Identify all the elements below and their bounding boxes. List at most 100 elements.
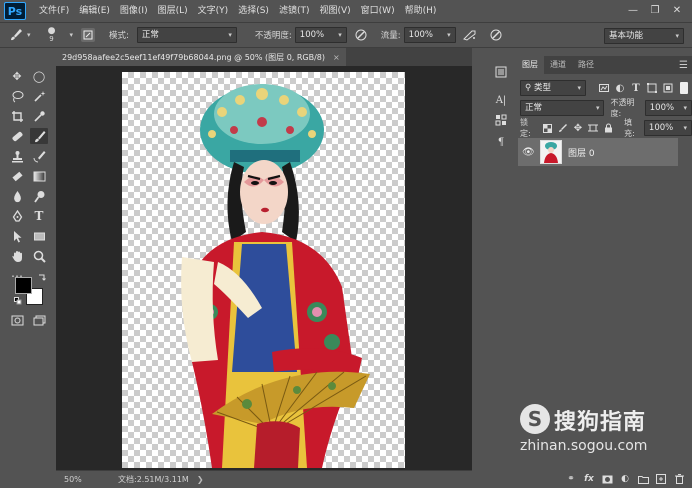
tab-close-icon[interactable]: × <box>333 53 340 62</box>
tab-paths[interactable]: 路径 <box>572 56 600 74</box>
character-panel-icon[interactable]: A| <box>492 92 510 108</box>
workspace-select[interactable]: 基本功能 ▾ <box>604 28 684 44</box>
chevron-down-icon[interactable]: ▾ <box>27 31 31 39</box>
flow-value: 100% <box>408 30 433 40</box>
clone-stamp-tool-icon[interactable] <box>8 148 26 164</box>
menu-bar: Ps 文件(F) 编辑(E) 图像(I) 图层(L) 文字(Y) 选择(S) 滤… <box>0 0 692 22</box>
ellipse-marquee-tool-icon[interactable]: ◯ <box>30 68 48 84</box>
properties-panel-icon[interactable] <box>492 112 510 128</box>
layer-filter-select[interactable]: ⚲ 类型 ▾ <box>520 80 586 96</box>
paragraph-panel-icon[interactable]: ¶ <box>492 134 510 150</box>
crop-tool-icon[interactable] <box>8 108 26 124</box>
dodge-tool-icon[interactable] <box>30 188 48 204</box>
gradient-tool-icon[interactable] <box>30 168 48 184</box>
brush-tool-preset-icon[interactable] <box>8 27 24 43</box>
move-tool-icon[interactable]: ✥ <box>8 68 26 84</box>
lock-all-icon[interactable] <box>601 120 616 136</box>
layer-opacity-input[interactable]: 100% ▾ <box>644 100 692 116</box>
menu-view[interactable]: 视图(V) <box>314 0 355 22</box>
menu-file[interactable]: 文件(F) <box>34 0 74 22</box>
add-mask-icon[interactable] <box>598 471 616 487</box>
menu-image[interactable]: 图像(I) <box>115 0 153 22</box>
menu-help[interactable]: 帮助(H) <box>400 0 442 22</box>
fx-button[interactable]: fx <box>580 471 598 487</box>
sogou-watermark: S 搜狗指南 zhinan.sogou.com <box>520 402 690 462</box>
airbrush-icon[interactable] <box>462 27 478 43</box>
layer-name[interactable]: 图层 0 <box>568 146 595 159</box>
filter-pixel-icon[interactable] <box>596 80 612 96</box>
lock-artboard-icon[interactable] <box>586 120 601 136</box>
minimize-icon[interactable]: — <box>622 0 644 20</box>
lock-position-icon[interactable]: ✥ <box>570 120 585 136</box>
default-colors-icon[interactable] <box>14 297 22 305</box>
flow-label: 流量: <box>380 31 401 41</box>
status-menu-arrow-icon[interactable]: ❯ <box>197 475 204 484</box>
filter-smart-object-icon[interactable] <box>660 80 676 96</box>
document-info[interactable]: 文档:2.51M/3.11M <box>118 474 189 485</box>
link-layers-icon[interactable]: ⚭ <box>562 471 580 487</box>
flow-input[interactable]: 100% ▾ <box>403 27 456 43</box>
foreground-color-swatch[interactable] <box>15 277 32 294</box>
close-icon[interactable]: ✕ <box>666 0 688 20</box>
zoom-level[interactable]: 50% <box>64 475 104 484</box>
layer-row[interactable]: 👁 图层 0 <box>518 138 678 166</box>
rectangle-tool-icon[interactable] <box>30 228 48 244</box>
menu-type[interactable]: 文字(Y) <box>193 0 234 22</box>
hand-tool-icon[interactable] <box>8 248 26 264</box>
swap-colors-icon[interactable] <box>38 273 46 281</box>
blur-tool-icon[interactable] <box>8 188 26 204</box>
panel-tabs: 图层 通道 路径 ☰ <box>516 56 692 74</box>
quick-mask-icon[interactable] <box>8 312 26 328</box>
filter-toggle-switch[interactable] <box>680 82 688 94</box>
tools-panel: ✥ ◯ T ⋯ <box>0 66 56 330</box>
menu-layer[interactable]: 图层(L) <box>153 0 193 22</box>
type-tool-icon[interactable]: T <box>30 208 48 224</box>
brush-size-picker[interactable]: ● 9 <box>43 27 61 44</box>
new-group-icon[interactable] <box>634 471 652 487</box>
fill-input[interactable]: 100% ▾ <box>643 120 692 136</box>
new-layer-icon[interactable] <box>652 471 670 487</box>
filter-shape-icon[interactable] <box>644 80 660 96</box>
filter-type-icon[interactable]: T <box>628 80 644 96</box>
document-canvas[interactable] <box>122 72 405 468</box>
opacity-input[interactable]: 100% ▾ <box>294 27 347 43</box>
screen-mode-icon[interactable] <box>30 312 48 328</box>
zoom-tool-icon[interactable] <box>30 248 48 264</box>
brush-tool-icon[interactable] <box>30 128 48 144</box>
pressure-size-icon[interactable] <box>488 27 504 43</box>
brush-panel-toggle-icon[interactable] <box>81 28 96 42</box>
healing-brush-tool-icon[interactable] <box>8 128 26 144</box>
brush-size-value: 9 <box>49 35 54 43</box>
chevron-down-icon: ▾ <box>683 104 687 112</box>
restore-icon[interactable]: ❐ <box>644 0 666 20</box>
mode-select[interactable]: 正常 ▾ <box>136 27 237 43</box>
eraser-tool-icon[interactable] <box>8 168 26 184</box>
menu-window[interactable]: 窗口(W) <box>356 0 400 22</box>
magic-wand-tool-icon[interactable] <box>30 88 48 104</box>
menu-select[interactable]: 选择(S) <box>233 0 274 22</box>
pressure-opacity-icon[interactable] <box>353 27 369 43</box>
history-brush-tool-icon[interactable] <box>30 148 48 164</box>
filter-adjustment-icon[interactable]: ◐ <box>612 80 628 96</box>
pen-tool-icon[interactable] <box>8 208 26 224</box>
menu-filter[interactable]: 滤镜(T) <box>274 0 315 22</box>
history-panel-icon[interactable] <box>492 64 510 80</box>
chevron-down-icon[interactable]: ▾ <box>70 31 74 39</box>
panel-menu-icon[interactable]: ☰ <box>679 60 688 71</box>
lock-pixels-icon[interactable] <box>555 120 570 136</box>
chevron-down-icon: ▾ <box>577 84 581 92</box>
lock-transparent-icon[interactable] <box>540 120 555 136</box>
tab-channels[interactable]: 通道 <box>544 56 572 74</box>
menu-edit[interactable]: 编辑(E) <box>74 0 115 22</box>
eyedropper-tool-icon[interactable] <box>30 108 48 124</box>
opera-figure-image <box>181 84 370 468</box>
blend-mode-select[interactable]: 正常 ▾ <box>520 100 605 116</box>
eye-visibility-icon[interactable]: 👁 <box>522 147 536 158</box>
delete-layer-icon[interactable] <box>670 471 688 487</box>
path-selection-tool-icon[interactable] <box>8 228 26 244</box>
document-tab[interactable]: 29d958aafee2c5eef11ef49f79b68044.png @ 5… <box>56 48 346 66</box>
adjustment-layer-icon[interactable]: ◐ <box>616 471 634 487</box>
chevron-down-icon: ▾ <box>447 31 451 39</box>
lasso-tool-icon[interactable] <box>8 88 26 104</box>
tab-layers[interactable]: 图层 <box>516 56 544 74</box>
